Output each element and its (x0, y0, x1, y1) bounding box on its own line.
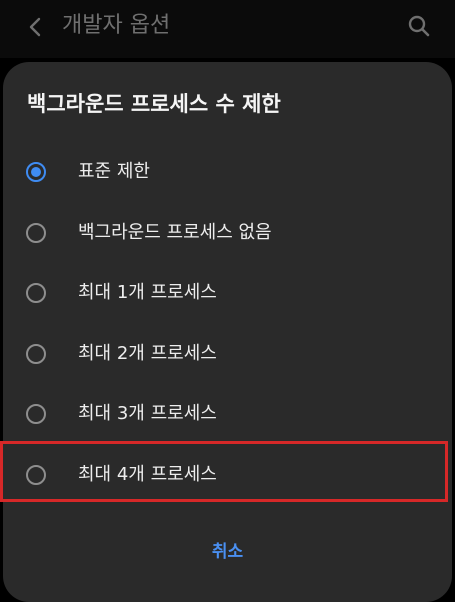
chevron-left-icon[interactable] (24, 15, 48, 39)
highlight-box (0, 441, 448, 502)
cancel-button[interactable]: 취소 (3, 536, 452, 568)
option-max-2-processes[interactable]: 최대 2개 프로세스 (3, 324, 452, 385)
page-title: 개발자 옵션 (62, 13, 171, 38)
option-standard-limit[interactable]: 표준 제한 (3, 142, 452, 203)
option-label: 백그라운드 프로세스 없음 (78, 221, 272, 243)
radio-button[interactable] (26, 283, 46, 303)
option-max-3-processes[interactable]: 최대 3개 프로세스 (3, 384, 452, 445)
background-process-limit-dialog: 백그라운드 프로세스 수 제한 표준 제한 백그라운드 프로세스 없음 최대 1… (3, 62, 452, 602)
option-label: 표준 제한 (78, 161, 150, 182)
radio-button-selected[interactable] (26, 162, 46, 182)
dialog-title: 백그라운드 프로세스 수 제한 (27, 92, 281, 116)
option-label: 최대 2개 프로세스 (78, 342, 217, 364)
option-no-background-processes[interactable]: 백그라운드 프로세스 없음 (3, 203, 452, 264)
option-max-1-process[interactable]: 최대 1개 프로세스 (3, 263, 452, 324)
radio-button[interactable] (26, 343, 46, 364)
option-label: 최대 3개 프로세스 (78, 403, 217, 424)
radio-button[interactable] (26, 222, 46, 243)
top-app-bar: 개발자 옵션 (0, 0, 455, 58)
search-icon[interactable] (407, 14, 431, 38)
option-label: 최대 1개 프로세스 (78, 282, 217, 303)
radio-button[interactable] (26, 404, 46, 424)
